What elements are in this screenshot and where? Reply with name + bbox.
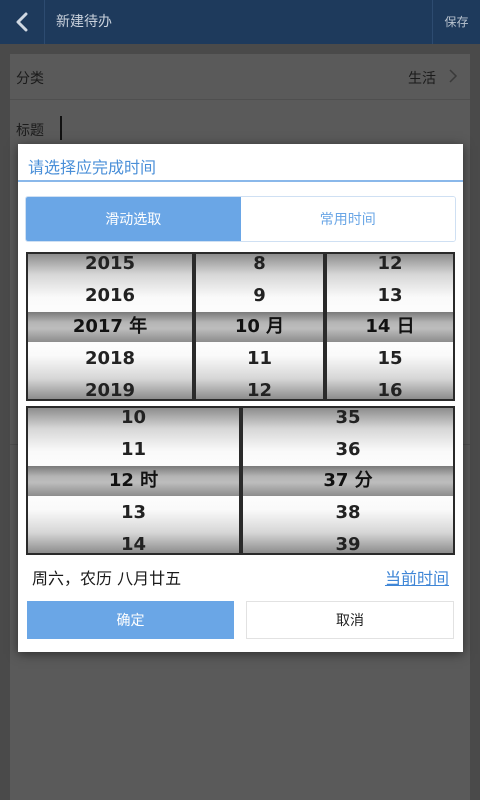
wheel-item: 35 bbox=[335, 408, 361, 428]
chevron-left-icon bbox=[16, 12, 28, 32]
wheel-item: 39 bbox=[335, 534, 361, 553]
time-picker: 10 11 12 时 13 14 35 36 37 分 38 39 bbox=[26, 406, 455, 555]
tab-slide-select[interactable]: 滑动选取 bbox=[26, 197, 241, 241]
confirm-button[interactable]: 确定 bbox=[27, 601, 234, 639]
wheel-item: 36 bbox=[335, 439, 361, 460]
wheel-item: 11 bbox=[120, 439, 147, 460]
hour-wheel[interactable]: 10 11 12 时 13 14 bbox=[28, 408, 239, 553]
wheel-item: 16 bbox=[377, 380, 403, 399]
wheel-item-selected: 37 分 bbox=[323, 470, 373, 491]
current-time-link[interactable]: 当前时间 bbox=[385, 565, 449, 589]
wheel-item-selected: 10 月 bbox=[234, 316, 285, 337]
app-bar: 新建待办 保存 bbox=[0, 0, 480, 44]
title-row[interactable]: 标题 bbox=[10, 110, 470, 146]
lunar-date-text: 周六，农历 八月廿五 bbox=[32, 569, 182, 588]
mode-tabs: 滑动选取 常用时间 bbox=[25, 196, 456, 242]
wheel-item-selected: 12 时 bbox=[108, 470, 159, 491]
cancel-button[interactable]: 取消 bbox=[246, 601, 454, 639]
divider bbox=[44, 0, 45, 44]
wheel-item-selected: 2017 年 bbox=[72, 316, 148, 337]
day-wheel[interactable]: 12 13 14 日 15 16 bbox=[327, 254, 453, 399]
wheel-item: 11 bbox=[246, 348, 273, 369]
wheel-item: 2019 bbox=[84, 380, 136, 399]
wheel-item: 10 bbox=[120, 408, 147, 428]
wheel-item: 8 bbox=[253, 254, 266, 274]
tab-common-times[interactable]: 常用时间 bbox=[240, 197, 455, 241]
dialog-title: 请选择应完成时间 bbox=[28, 158, 157, 177]
wheel-item: 2016 bbox=[84, 285, 136, 306]
wheel-item: 12 bbox=[377, 254, 403, 274]
title-label: 标题 bbox=[16, 123, 44, 139]
wheel-item: 2015 bbox=[84, 254, 136, 274]
minute-wheel[interactable]: 35 36 37 分 38 39 bbox=[243, 408, 453, 553]
chevron-right-icon bbox=[449, 69, 458, 83]
page-title: 新建待办 bbox=[56, 14, 112, 30]
wheel-item: 13 bbox=[377, 285, 403, 306]
wheel-item: 12 bbox=[246, 380, 273, 399]
wheel-item: 15 bbox=[377, 348, 403, 369]
wheel-item-selected: 14 日 bbox=[365, 316, 415, 337]
category-row[interactable]: 分类 生活 bbox=[10, 54, 470, 100]
wheel-item: 38 bbox=[335, 502, 361, 523]
year-wheel[interactable]: 2015 2016 2017 年 2018 2019 bbox=[28, 254, 192, 399]
time-picker-dialog: 请选择应完成时间 滑动选取 常用时间 2015 2016 2017 年 2018… bbox=[18, 144, 463, 652]
wheel-item: 2018 bbox=[84, 348, 136, 369]
save-button[interactable]: 保存 bbox=[433, 0, 480, 44]
category-label: 分类 bbox=[16, 71, 44, 87]
back-button[interactable] bbox=[0, 0, 44, 44]
date-picker: 2015 2016 2017 年 2018 2019 8 9 10 月 11 1… bbox=[26, 252, 455, 401]
wheel-item: 13 bbox=[120, 502, 147, 523]
wheel-item: 14 bbox=[120, 534, 147, 553]
month-wheel[interactable]: 8 9 10 月 11 12 bbox=[196, 254, 323, 399]
dialog-title-divider bbox=[18, 180, 463, 182]
text-cursor bbox=[60, 116, 62, 140]
category-value: 生活 bbox=[408, 71, 436, 87]
wheel-item: 9 bbox=[253, 285, 266, 306]
